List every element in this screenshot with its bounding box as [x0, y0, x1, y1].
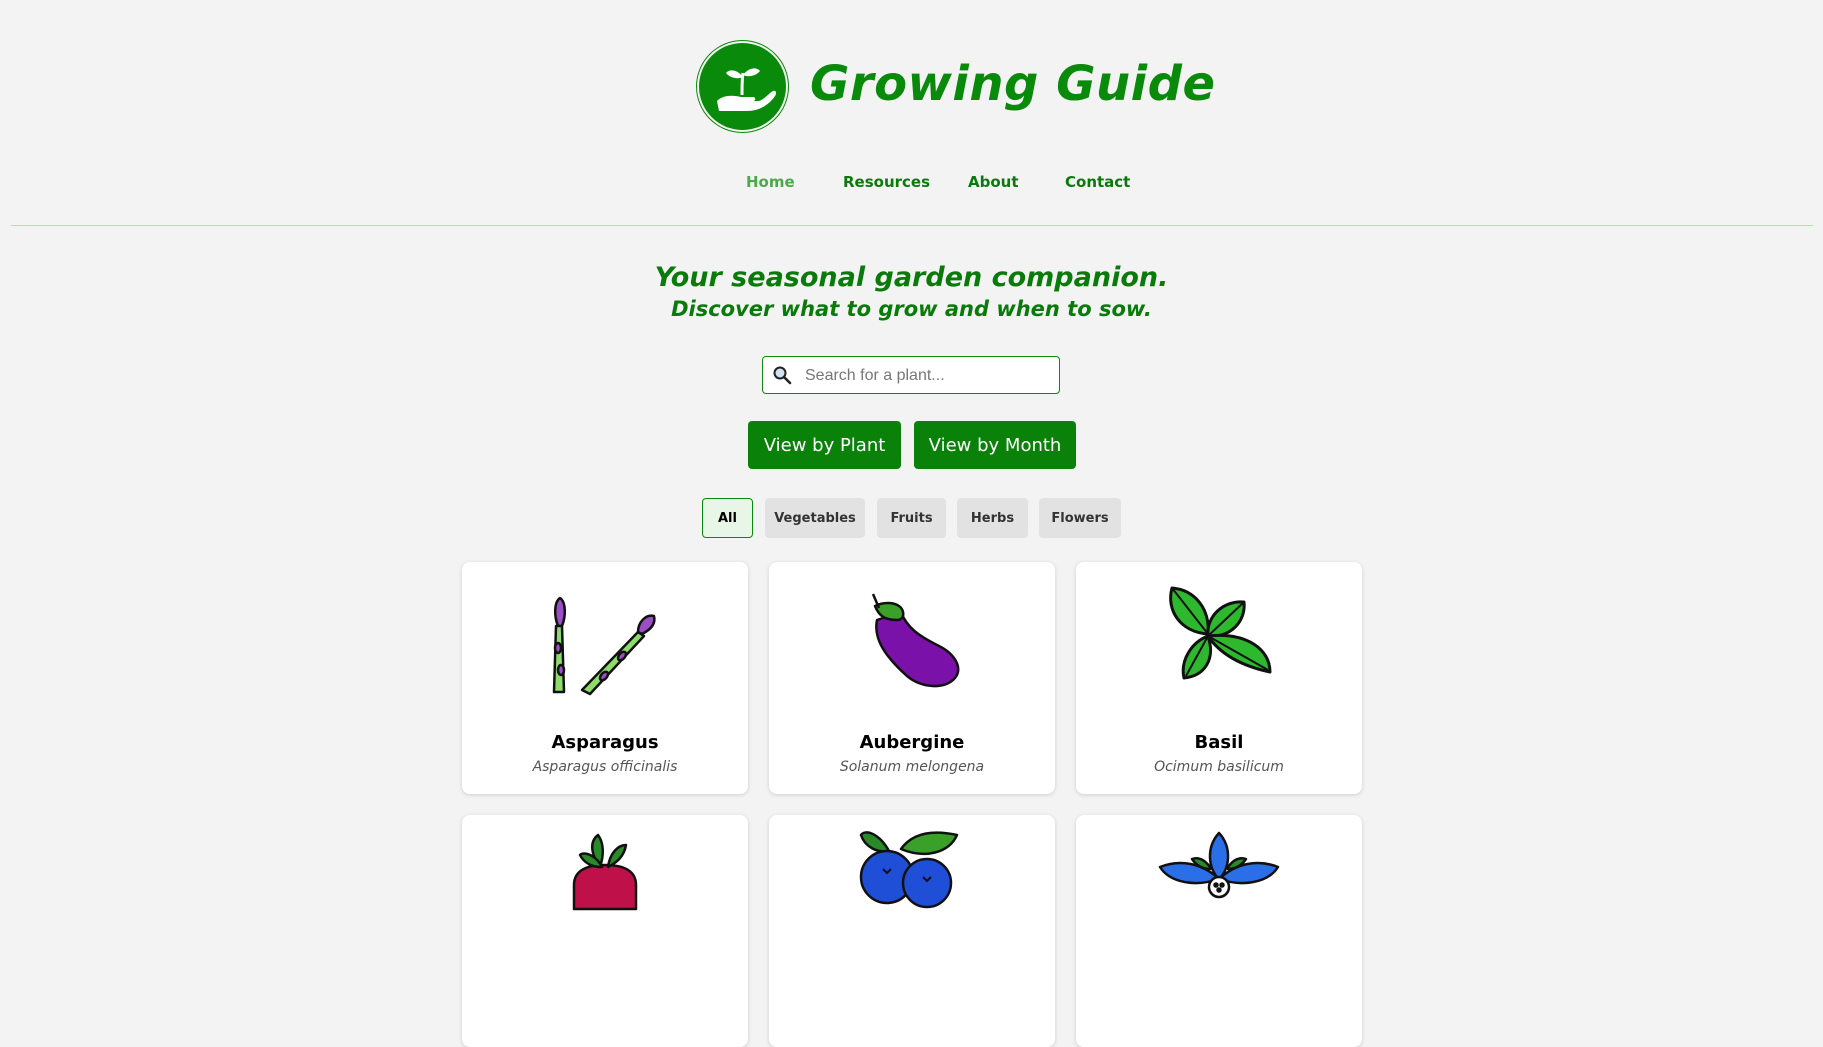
filter-flowers-button[interactable]: Flowers	[1039, 498, 1121, 538]
logo-seedling-hand-icon[interactable]	[699, 43, 786, 130]
nav-resources-link[interactable]: Resources	[843, 173, 930, 191]
site-header: Growing Guide Home Resources About Conta…	[0, 0, 1823, 226]
plant-name: Asparagus	[551, 732, 659, 753]
filter-herbs-button[interactable]: Herbs	[957, 498, 1028, 538]
plant-card-blueberry[interactable]	[769, 815, 1055, 1047]
filter-all-button[interactable]: All	[702, 498, 753, 538]
plant-card-basil[interactable]: Basil Ocimum basilicum	[1076, 562, 1362, 794]
basil-icon	[1076, 580, 1362, 698]
plant-card-borage[interactable]	[1076, 815, 1362, 1047]
plant-latin-name: Solanum melongena	[839, 759, 985, 775]
search-box	[762, 356, 1060, 394]
search-icon	[772, 365, 792, 390]
site-title[interactable]: Growing Guide	[810, 56, 1216, 112]
plant-latin-name: Ocimum basilicum	[1154, 759, 1284, 775]
hero-tagline: Your seasonal garden companion.	[654, 262, 1169, 293]
nav-about-link[interactable]: About	[968, 173, 1019, 191]
plant-name: Basil	[1194, 732, 1244, 753]
nav-contact-link[interactable]: Contact	[1065, 173, 1130, 191]
blueberry-icon	[769, 829, 1055, 947]
view-by-month-button[interactable]: View by Month	[914, 421, 1076, 469]
plant-latin-name: Asparagus officinalis	[532, 759, 678, 775]
view-by-plant-button[interactable]: View by Plant	[748, 421, 901, 469]
plant-name: Aubergine	[859, 732, 965, 753]
header-divider	[11, 225, 1813, 226]
plant-card-aubergine[interactable]: Aubergine Solanum melongena	[769, 562, 1055, 794]
plant-card-asparagus[interactable]: Asparagus Asparagus officinalis	[462, 562, 748, 794]
beetroot-icon	[462, 829, 748, 947]
asparagus-icon	[462, 580, 748, 698]
aubergine-icon	[769, 580, 1055, 698]
borage-flower-icon	[1076, 829, 1362, 947]
hero-subtagline: Discover what to grow and when to sow.	[671, 297, 1152, 321]
filter-vegetables-button[interactable]: Vegetables	[765, 498, 865, 538]
filter-fruits-button[interactable]: Fruits	[877, 498, 946, 538]
nav-home-link[interactable]: Home	[746, 173, 795, 191]
plant-card-beetroot[interactable]	[462, 815, 748, 1047]
search-input[interactable]	[803, 363, 1052, 389]
